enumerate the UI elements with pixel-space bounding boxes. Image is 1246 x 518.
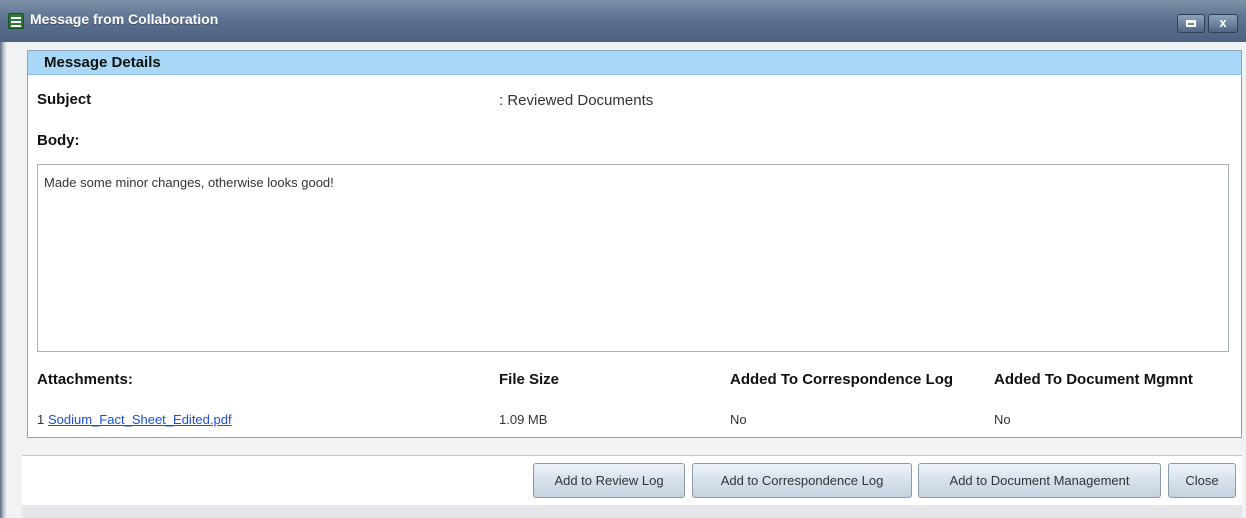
close-window-button[interactable]: x: [1208, 14, 1238, 33]
close-icon: x: [1219, 15, 1227, 30]
window-left-edge: [0, 40, 8, 518]
body-label: Body:: [37, 132, 80, 149]
file-size-header: File Size: [499, 371, 560, 388]
add-to-review-log-button[interactable]: Add to Review Log: [533, 463, 685, 498]
body-textarea[interactable]: Made some minor changes, otherwise looks…: [37, 164, 1229, 352]
add-to-correspondence-log-button[interactable]: Add to Correspondence Log: [692, 463, 912, 498]
attachment-corr-log-status: No: [730, 412, 747, 427]
corr-log-header: Added To Correspondence Log: [730, 371, 954, 388]
add-to-document-management-button[interactable]: Add to Document Management: [918, 463, 1161, 498]
doc-mgmt-header: Added To Document Mgmnt: [994, 371, 1193, 388]
panel-header: Message Details: [28, 51, 1241, 75]
subject-label: Subject: [37, 91, 92, 108]
maximize-button[interactable]: [1177, 14, 1205, 33]
attachments-header: Attachments:: [37, 371, 133, 388]
footer-strip: [22, 505, 1242, 518]
attachment-file-size: 1.09 MB: [499, 412, 548, 427]
attachment-index: 1: [37, 412, 45, 427]
attachment-link[interactable]: Sodium_Fact_Sheet_Edited.pdf: [48, 412, 232, 427]
subject-value: : Reviewed Documents: [499, 92, 654, 109]
close-button[interactable]: Close: [1168, 463, 1236, 498]
window-title: Message from Collaboration: [30, 11, 219, 27]
attachment-doc-mgmt-status: No: [994, 412, 1011, 427]
form-icon: [8, 13, 24, 29]
message-details-panel: Message Details Subject : Reviewed Docum…: [27, 50, 1242, 438]
maximize-icon: [1186, 20, 1196, 27]
title-bar[interactable]: Message from Collaboration x: [0, 0, 1246, 42]
message-window: Message from Collaboration x Message Det…: [0, 0, 1246, 518]
